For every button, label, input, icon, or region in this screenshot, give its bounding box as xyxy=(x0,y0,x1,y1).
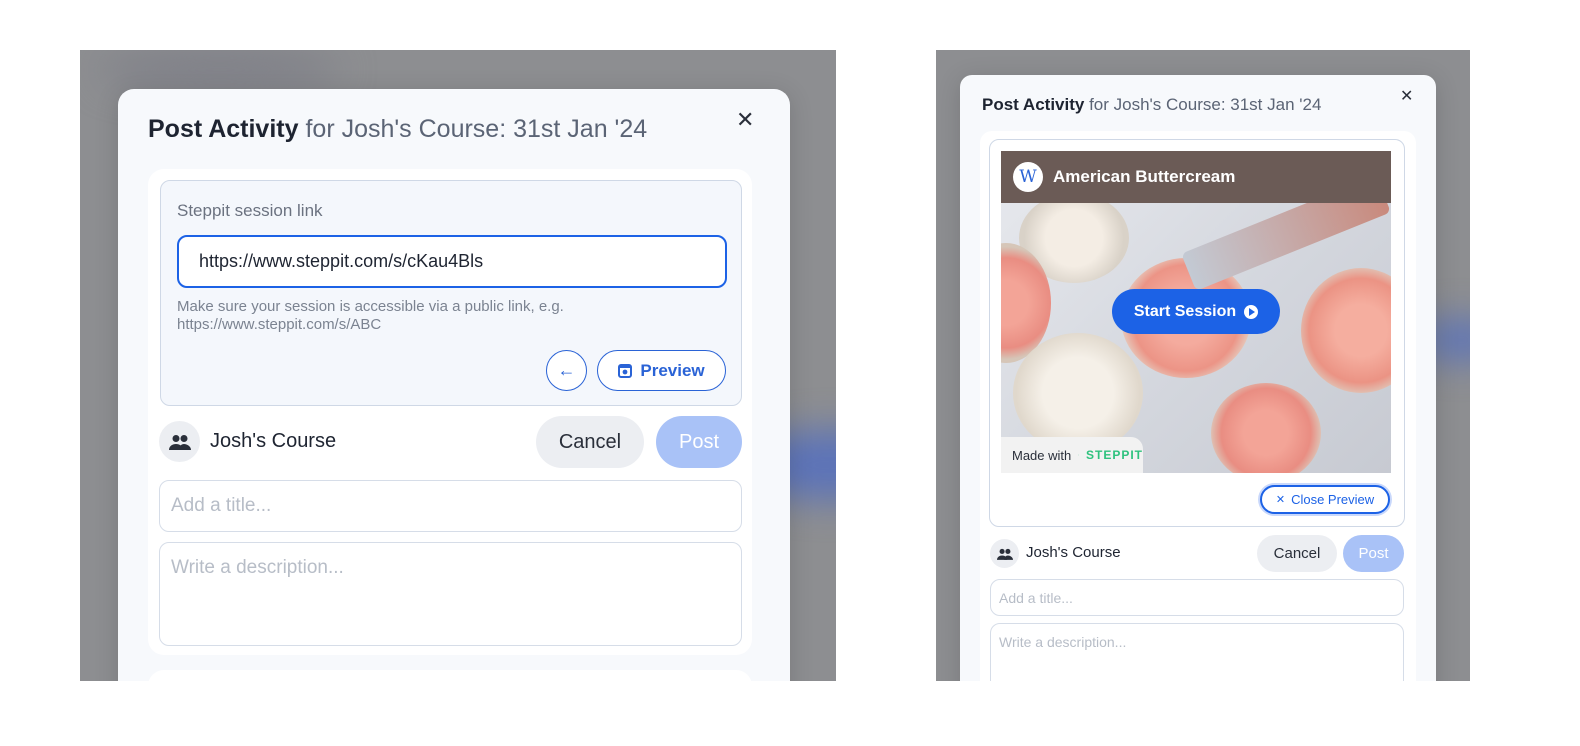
hint-example-url: https://www.steppit.com/s/ABC xyxy=(177,316,382,333)
post-card: Steppit session link https://www.steppit… xyxy=(148,169,752,655)
group-name: Josh's Course xyxy=(210,430,337,452)
cupcake xyxy=(1301,268,1391,393)
preview-image xyxy=(1001,175,1391,473)
made-with-badge[interactable]: Made with STEPPIT xyxy=(1001,437,1143,473)
steppit-logo-text: STEPPIT xyxy=(1085,448,1143,462)
post-activity-modal: Post Activity for Josh's Course: 31st Ja… xyxy=(118,89,790,681)
close-icon: ✕ xyxy=(1275,494,1286,506)
post-button[interactable]: Post xyxy=(656,416,742,468)
next-section-card xyxy=(148,670,752,681)
session-link-hint: Make sure your session is accessible via… xyxy=(177,298,564,334)
cupcake xyxy=(1013,333,1143,453)
start-session-label: Start Session xyxy=(1133,302,1237,320)
post-button[interactable]: Post xyxy=(1343,535,1404,572)
brand-logo: W xyxy=(1013,162,1043,192)
title-strong: Post Activity xyxy=(148,115,299,143)
title-input[interactable]: Add a title... xyxy=(990,579,1404,616)
group-avatar xyxy=(990,539,1019,568)
close-preview-button[interactable]: ✕ Close Preview xyxy=(1260,485,1390,514)
group-name: Josh's Course xyxy=(1026,544,1121,561)
session-link-box: Steppit session link https://www.steppit… xyxy=(160,180,742,406)
play-icon xyxy=(1244,304,1259,319)
steppit-logo-icon xyxy=(1078,454,1079,456)
session-link-input[interactable]: https://www.steppit.com/s/cKau4Bls xyxy=(177,235,727,288)
background-blur xyxy=(100,50,340,90)
title-course: for Josh's Course: 31st Jan '24 xyxy=(305,115,648,143)
title-strong: Post Activity xyxy=(982,95,1085,114)
modal-title: Post Activity for Josh's Course: 31st Ja… xyxy=(148,115,647,144)
group-icon xyxy=(996,548,1013,560)
left-screenshot: Post Activity for Josh's Course: 31st Ja… xyxy=(80,50,836,681)
session-link-label: Steppit session link xyxy=(177,201,323,220)
preview-button[interactable]: Preview xyxy=(597,350,726,391)
made-with-label: Made with xyxy=(1012,447,1072,463)
cancel-button[interactable]: Cancel xyxy=(536,416,644,468)
close-icon[interactable]: ✕ xyxy=(1400,89,1413,105)
cancel-button[interactable]: Cancel xyxy=(1257,535,1337,572)
description-input[interactable]: Write a description... xyxy=(159,542,742,646)
arrow-left-icon: ← xyxy=(557,360,576,380)
modal-title: Post Activity for Josh's Course: 31st Ja… xyxy=(982,95,1321,115)
hint-line: Make sure your session is accessible via… xyxy=(177,298,564,315)
title-course: for Josh's Course: 31st Jan '24 xyxy=(1089,95,1322,114)
close-icon[interactable]: ✕ xyxy=(736,109,754,131)
preview-label: Preview xyxy=(640,360,705,380)
post-activity-modal: Post Activity for Josh's Course: 31st Ja… xyxy=(960,75,1436,681)
group-icon xyxy=(168,434,191,450)
preview-icon xyxy=(618,363,633,378)
session-preview[interactable]: W American Buttercream Start Session Mad… xyxy=(1001,151,1391,473)
title-input[interactable]: Add a title... xyxy=(159,480,742,532)
group-avatar xyxy=(159,421,200,462)
start-session-button[interactable]: Start Session xyxy=(1112,289,1280,334)
back-button[interactable]: ← xyxy=(546,350,587,391)
right-screenshot: Post Activity for Josh's Course: 31st Ja… xyxy=(936,50,1470,681)
close-preview-label: Close Preview xyxy=(1291,492,1375,507)
cupcake xyxy=(1211,383,1321,473)
description-input[interactable]: Write a description... xyxy=(990,623,1404,681)
preview-title: American Buttercream xyxy=(1053,167,1236,186)
preview-header: W American Buttercream xyxy=(1001,151,1391,203)
